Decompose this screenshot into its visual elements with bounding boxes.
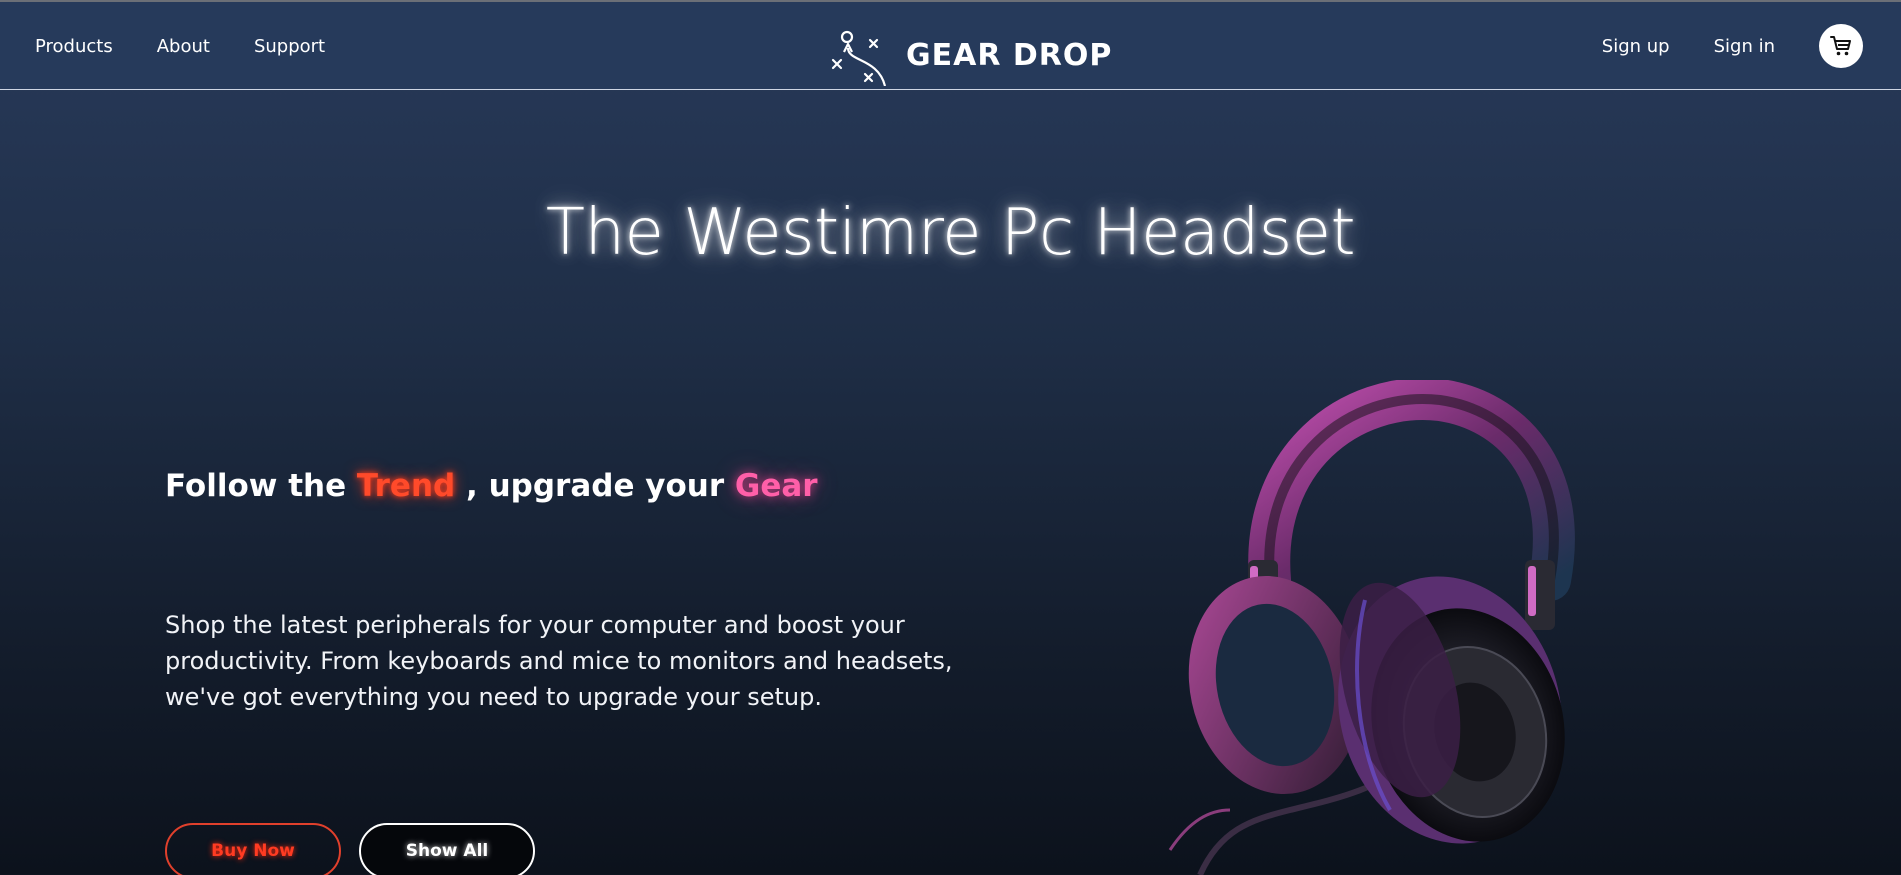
hero-tagline: Follow the Trend , upgrade your Gear — [165, 468, 818, 504]
tagline-middle: , upgrade your — [455, 468, 735, 504]
brand-name: GEAR DROP — [906, 37, 1113, 73]
account-nav: Sign up Sign in — [1602, 2, 1863, 90]
buy-now-button[interactable]: Buy Now — [165, 823, 341, 875]
shopping-cart-icon — [1830, 36, 1851, 56]
sign-in-link[interactable]: Sign in — [1714, 36, 1775, 57]
primary-nav: Products About Support — [35, 2, 325, 90]
hero-description: Shop the latest peripherals for your com… — [165, 611, 953, 711]
nav-support-link[interactable]: Support — [254, 36, 325, 57]
nav-products-link[interactable]: Products — [35, 36, 113, 57]
brand-logo[interactable]: GEAR DROP — [828, 24, 1112, 86]
hero-title: The Westimre Pc Headset — [545, 196, 1356, 270]
headset-product-image — [1168, 380, 1575, 875]
tagline-trend-highlight: Trend — [356, 468, 456, 504]
cart-button[interactable] — [1819, 24, 1863, 68]
play-diagram-icon — [831, 30, 887, 86]
tagline-prefix: Follow the — [165, 468, 357, 504]
sign-up-link[interactable]: Sign up — [1602, 36, 1670, 57]
show-all-button[interactable]: Show All — [359, 823, 535, 875]
site-header: Products About Support GEAR DROP Sign up… — [0, 2, 1901, 90]
nav-about-link[interactable]: About — [157, 36, 210, 57]
tagline-gear-highlight: Gear — [734, 468, 818, 504]
